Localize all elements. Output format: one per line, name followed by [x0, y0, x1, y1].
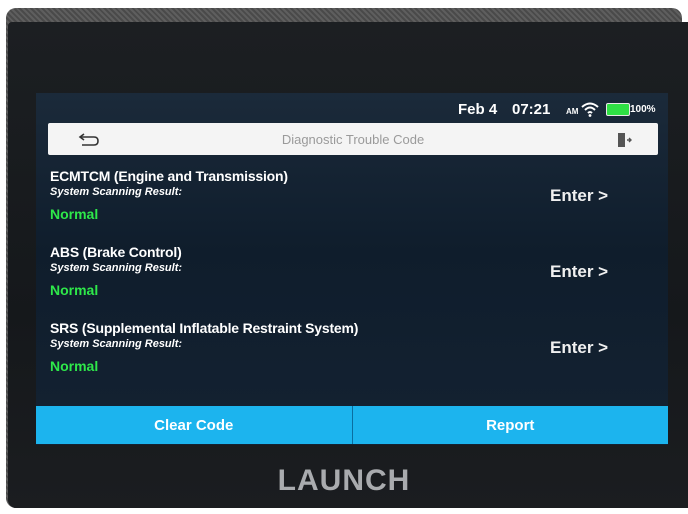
system-status: Normal: [50, 206, 99, 222]
wifi-icon: [581, 102, 599, 117]
title-bar: Diagnostic Trouble Code: [48, 123, 658, 155]
page-title: Diagnostic Trouble Code: [281, 132, 425, 147]
system-result-label: System Scanning Result:: [50, 338, 183, 350]
system-name: ECMTCM (Engine and Transmission): [50, 168, 288, 184]
enter-button[interactable]: Enter >: [550, 186, 608, 206]
status-time: 07:21: [512, 101, 551, 118]
screen: Feb 4 07:21 AM 100% Diagnostic Trouble C…: [36, 93, 668, 445]
status-am-pm: AM: [566, 107, 579, 116]
system-item-srs: SRS (Supplemental Inflatable Restraint S…: [50, 320, 650, 390]
battery-icon: [606, 103, 630, 116]
system-name: SRS (Supplemental Inflatable Restraint S…: [50, 320, 359, 336]
enter-button[interactable]: Enter >: [550, 338, 608, 358]
enter-button[interactable]: Enter >: [550, 262, 608, 282]
system-item-ecmtcm: ECMTCM (Engine and Transmission) System …: [50, 168, 650, 238]
system-item-abs: ABS (Brake Control) System Scanning Resu…: [50, 244, 650, 314]
system-status: Normal: [50, 358, 99, 374]
report-button[interactable]: Report: [351, 406, 668, 444]
status-bar: Feb 4 07:21 AM 100%: [36, 93, 668, 123]
system-name: ABS (Brake Control): [50, 244, 182, 260]
system-result-label: System Scanning Result:: [50, 262, 183, 274]
device-brand-logo: LAUNCH: [277, 464, 411, 497]
status-battery: 100%: [630, 104, 656, 115]
status-date: Feb 4: [458, 101, 498, 118]
system-status: Normal: [50, 282, 99, 298]
system-result-label: System Scanning Result:: [50, 186, 183, 198]
exit-icon[interactable]: [616, 132, 632, 148]
clear-code-button[interactable]: Clear Code: [36, 406, 352, 444]
bottom-action-bar: Clear Code Report: [36, 406, 668, 444]
